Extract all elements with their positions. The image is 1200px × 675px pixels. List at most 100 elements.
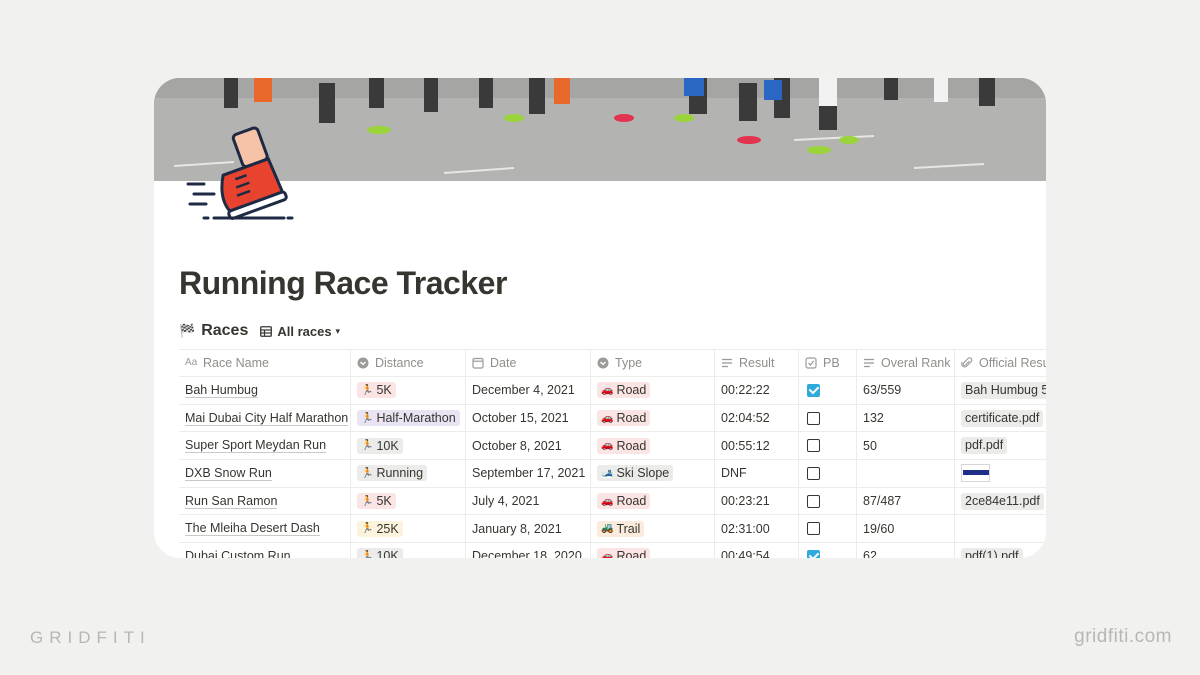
date-cell[interactable]: September 17, 2021	[466, 460, 591, 487]
official-results-cell[interactable]: pdf(1).pdf	[955, 543, 1046, 558]
page-title[interactable]: Running Race Tracker	[179, 265, 507, 302]
brand-url[interactable]: gridfiti.com	[1074, 626, 1172, 648]
official-results-cell[interactable]	[955, 515, 1046, 542]
attachment-file[interactable]: pdf.pdf	[961, 437, 1008, 455]
type-cell[interactable]: 🚗 Road	[591, 487, 715, 515]
type-tag: 🚜 Trail	[597, 520, 645, 537]
pb-cell[interactable]	[799, 377, 857, 404]
column-header-race-name[interactable]: Aa Race Name	[179, 350, 351, 376]
table-row[interactable]: The Mleiha Desert Dash 🏃 25K January 8, …	[179, 515, 1046, 544]
pb-cell[interactable]	[799, 487, 857, 515]
runner-icon: 🏃	[361, 495, 374, 507]
date-cell[interactable]: July 4, 2021	[466, 487, 591, 515]
official-results-cell[interactable]	[955, 460, 1046, 487]
result-cell[interactable]: 00:49:54	[715, 543, 799, 558]
rank-cell[interactable]	[857, 460, 955, 487]
view-selector[interactable]: All races ▾	[260, 324, 340, 339]
type-cell[interactable]: 🚜 Trail	[591, 515, 715, 543]
type-cell[interactable]: 🚗 Road	[591, 543, 715, 558]
date-cell[interactable]: January 8, 2021	[466, 515, 591, 543]
result-cell[interactable]: 00:23:21	[715, 487, 799, 515]
table-row[interactable]: Mai Dubai City Half Marathon 🏃 Half-Mara…	[179, 404, 1046, 433]
pb-checkbox[interactable]	[807, 494, 820, 508]
race-name-cell[interactable]: Dubai Custom Run	[179, 543, 351, 558]
database-title[interactable]: Races	[201, 322, 248, 340]
official-results-cell[interactable]: 2ce84e11.pdf	[955, 488, 1046, 515]
race-name-cell[interactable]: Super Sport Meydan Run	[179, 432, 351, 460]
rank-cell[interactable]: 50	[857, 432, 955, 460]
result-cell[interactable]: 00:22:22	[715, 377, 799, 404]
table-row[interactable]: Bah Humbug 🏃 5K December 4, 2021 🚗 Road …	[179, 377, 1046, 405]
distance-cell[interactable]: 🏃 10K	[351, 432, 466, 460]
column-header-official-results[interactable]: Official Resu	[955, 350, 1046, 376]
column-header-pb[interactable]: PB	[799, 350, 857, 376]
result-cell[interactable]: 00:55:12	[715, 432, 799, 460]
attachment-file[interactable]: pdf(1).pdf	[961, 547, 1023, 558]
rank-cell[interactable]: 87/487	[857, 487, 955, 515]
official-results-cell[interactable]: Bah Humbug 5	[955, 377, 1046, 404]
pb-cell[interactable]	[799, 460, 857, 487]
checkered-flag-icon: 🏁	[179, 323, 196, 338]
rank-cell[interactable]: 62	[857, 543, 955, 558]
table-row[interactable]: DXB Snow Run 🏃 Running September 17, 202…	[179, 460, 1046, 488]
pb-checkbox[interactable]	[807, 411, 820, 425]
pb-checkbox[interactable]	[807, 383, 820, 397]
rank-cell[interactable]: 132	[857, 404, 955, 432]
race-name[interactable]: Mai Dubai City Half Marathon	[185, 411, 349, 426]
pb-cell[interactable]	[799, 543, 857, 558]
attachment-file[interactable]: certificate.pdf	[961, 409, 1044, 427]
race-name-cell[interactable]: DXB Snow Run	[179, 460, 351, 487]
official-results-cell[interactable]: certificate.pdf	[955, 405, 1046, 432]
race-name[interactable]: Bah Humbug	[185, 383, 258, 398]
type-cell[interactable]: 🚗 Road	[591, 432, 715, 460]
pb-checkbox[interactable]	[807, 439, 820, 453]
type-cell[interactable]: 🎿 Ski Slope	[591, 460, 715, 487]
result-cell[interactable]: 02:04:52	[715, 404, 799, 432]
pb-checkbox[interactable]	[807, 466, 820, 480]
column-header-date[interactable]: Date	[466, 350, 591, 376]
rank-cell[interactable]: 63/559	[857, 377, 955, 404]
column-header-distance[interactable]: Distance	[351, 350, 466, 376]
date-cell[interactable]: October 8, 2021	[466, 432, 591, 460]
type-cell[interactable]: 🚗 Road	[591, 377, 715, 404]
table-row[interactable]: Dubai Custom Run 🏃 10K December 18, 2020…	[179, 543, 1046, 558]
race-name-cell[interactable]: Mai Dubai City Half Marathon	[179, 404, 351, 432]
pb-checkbox[interactable]	[807, 549, 820, 558]
distance-cell[interactable]: 🏃 25K	[351, 515, 466, 543]
race-name[interactable]: DXB Snow Run	[185, 466, 272, 481]
attachment-file[interactable]: 2ce84e11.pdf	[961, 492, 1044, 510]
running-shoe-icon[interactable]	[184, 124, 294, 228]
race-name[interactable]: Run San Ramon	[185, 494, 278, 509]
distance-cell[interactable]: 🏃 5K	[351, 487, 466, 515]
race-name-cell[interactable]: Run San Ramon	[179, 487, 351, 515]
distance-cell[interactable]: 🏃 5K	[351, 377, 466, 404]
type-cell[interactable]: 🚗 Road	[591, 404, 715, 432]
date-cell[interactable]: December 4, 2021	[466, 377, 591, 404]
date-cell[interactable]: October 15, 2021	[466, 404, 591, 432]
race-name[interactable]: Dubai Custom Run	[185, 549, 291, 558]
table-row[interactable]: Super Sport Meydan Run 🏃 10K October 8, …	[179, 432, 1046, 461]
column-header-overal-rank[interactable]: Overal Rank	[857, 350, 955, 376]
column-header-result[interactable]: Result	[715, 350, 799, 376]
race-name-cell[interactable]: The Mleiha Desert Dash	[179, 515, 351, 543]
race-name[interactable]: Super Sport Meydan Run	[185, 438, 327, 454]
distance-cell[interactable]: 🏃 Half-Marathon	[351, 404, 466, 432]
table-row[interactable]: Run San Ramon 🏃 5K July 4, 2021 🚗 Road 0…	[179, 487, 1046, 516]
attachment-file[interactable]: Bah Humbug 5	[961, 381, 1046, 399]
distance-cell[interactable]: 🏃 10K	[351, 543, 466, 558]
race-name-cell[interactable]: Bah Humbug	[179, 377, 351, 404]
pb-cell[interactable]	[799, 432, 857, 460]
race-name[interactable]: The Mleiha Desert Dash	[185, 521, 320, 537]
result-cell[interactable]: 02:31:00	[715, 515, 799, 543]
rank-cell[interactable]: 19/60	[857, 515, 955, 543]
pb-checkbox[interactable]	[807, 522, 820, 536]
attachment-thumbnail[interactable]	[961, 464, 990, 483]
distance-cell[interactable]: 🏃 Running	[351, 460, 466, 487]
table-view-icon	[260, 325, 273, 337]
pb-cell[interactable]	[799, 404, 857, 432]
result-cell[interactable]: DNF	[715, 460, 799, 487]
official-results-cell[interactable]: pdf.pdf	[955, 432, 1046, 459]
date-cell[interactable]: December 18, 2020	[466, 543, 591, 558]
pb-cell[interactable]	[799, 515, 857, 543]
column-header-type[interactable]: Type	[591, 350, 715, 376]
